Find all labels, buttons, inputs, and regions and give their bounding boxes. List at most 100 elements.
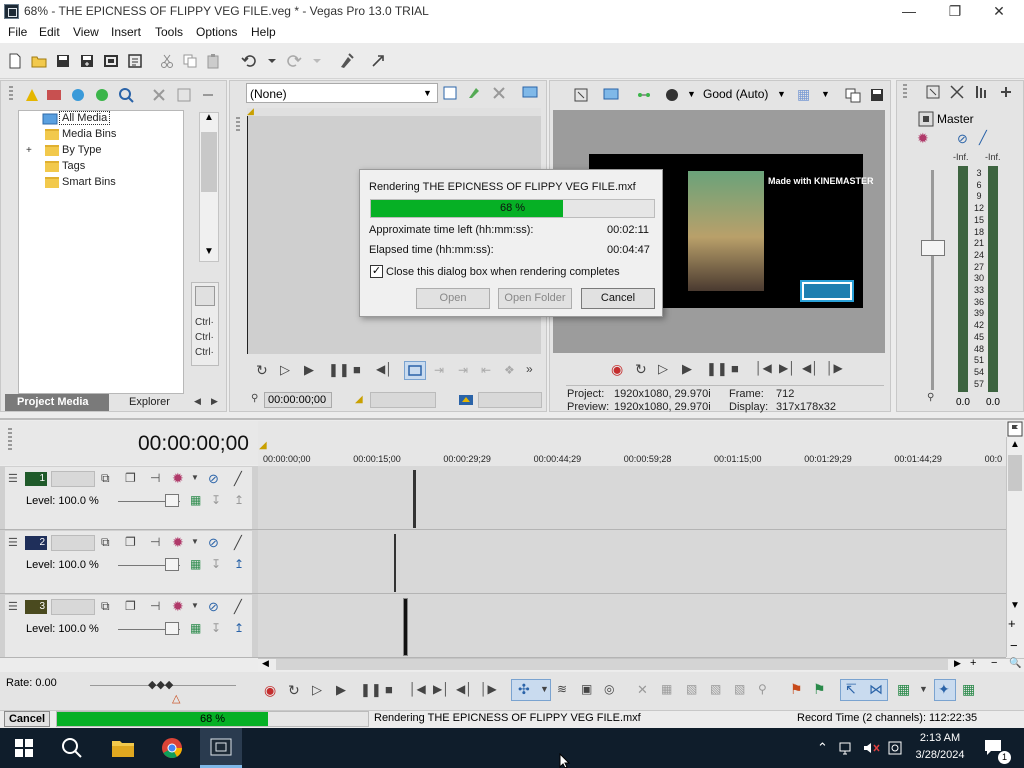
stop-icon[interactable]: ■ [731,361,739,376]
track-mute-icon[interactable]: ⊘ [208,535,219,551]
trimmer-timecode-box[interactable]: 00:00:00;00 [264,392,332,408]
chevron-down-icon[interactable]: ▼ [191,601,199,610]
properties-icon[interactable] [127,53,143,69]
web-media-icon[interactable] [94,87,110,103]
zoom-out-vertical-icon[interactable]: − [1010,638,1018,653]
track-mute-icon[interactable]: ⊘ [208,471,219,487]
stop-icon[interactable]: ■ [353,362,361,377]
close-when-complete-checkbox[interactable]: ✓ [370,265,383,278]
video-event[interactable] [413,470,416,528]
trimmer-source-select[interactable]: (None) ▼ [246,83,438,103]
pause-icon[interactable]: ❚❚ [328,362,350,378]
track-composite-icon[interactable]: ❐ [125,535,136,549]
track-composite-icon[interactable]: ❐ [125,471,136,485]
loop-playback-icon[interactable]: ↻ [635,361,647,378]
in-point-icon[interactable]: ◢ [355,394,363,405]
status-cancel-button[interactable]: Cancel [4,711,50,727]
scrollbar-thumb[interactable] [201,132,217,192]
scroll-up-icon[interactable]: ▲ [204,112,214,123]
chevron-down-icon[interactable]: ▼ [191,537,199,546]
save-snapshot-icon[interactable] [869,87,885,103]
track-motion-icon[interactable]: ⧉ [101,599,110,614]
track-make-compositing-child-icon[interactable]: ↥ [234,493,244,507]
save-as-icon[interactable] [79,53,95,69]
loop-icon[interactable]: ↻ [256,362,268,379]
loop-playback-icon[interactable]: ↻ [288,682,300,699]
playhead-marker-icon[interactable]: ◢ [259,440,267,451]
scrollbar-thumb[interactable] [1008,455,1022,491]
track-fx-icon[interactable]: ✹ [172,534,184,551]
tab-explorer[interactable]: Explorer [129,396,170,408]
new-project-icon[interactable] [7,53,23,69]
help-pointer-icon[interactable] [370,53,386,69]
video-event[interactable] [403,598,408,656]
panel-grip[interactable] [9,86,13,102]
scroll-down-icon[interactable]: ▼ [204,246,214,257]
track-name-field[interactable] [51,535,95,551]
selection-end-box[interactable] [478,392,542,408]
track-solo-icon[interactable]: ╱ [234,599,242,615]
rate-slider-handle[interactable]: ◆◆◆ [148,678,173,691]
scroll-right-icon[interactable]: ▶ [954,658,961,669]
split-icon[interactable]: ▧ [734,682,745,696]
track-header[interactable]: ☰ 3 ⧉ ❐ ⊣ ✹ ▼ ⊘ ╱ Level: 100.0 % ▦ ↧ ↥ [5,595,252,657]
track-compositing-mode-icon[interactable]: ↧ [211,557,221,571]
scrollbar-thumb[interactable] [276,659,948,670]
render-wizard-icon[interactable] [338,53,354,69]
track-fx-icon[interactable]: ✹ [172,470,184,487]
tree-item-media-bins[interactable]: Media Bins [62,128,116,140]
undo-icon[interactable] [241,53,257,69]
zoom-out-horizontal-icon[interactable]: − [991,657,997,669]
tab-project-media[interactable]: Project Media [5,394,109,411]
master-fx-icon[interactable]: ✹ [917,130,929,147]
file-explorer-icon[interactable] [111,738,135,758]
track-motion-icon[interactable]: ⧉ [101,535,110,550]
collapse-track-icon[interactable]: ☰ [8,536,18,549]
marker-flag-icon[interactable] [1007,421,1023,437]
envelope-tool-icon[interactable]: ≋ [557,682,567,696]
track-level-handle[interactable] [165,622,179,635]
redo-dropdown-icon[interactable] [309,53,325,69]
track-compositing-mode-icon[interactable]: ↧ [211,493,221,507]
media-properties-icon[interactable] [176,87,192,103]
go-to-start-icon[interactable]: │◀ [409,682,426,696]
track-solo-icon[interactable]: ╱ [234,535,242,551]
tab-scroll-right-icon[interactable]: ▶ [211,396,218,407]
auto-crossfade-icon[interactable]: ⋈ [869,681,883,698]
track-solo-icon[interactable]: ╱ [234,471,242,487]
track-header[interactable]: ☰ 1 ⧉ ❐ ⊣ ✹ ▼ ⊘ ╱ Level: 100.0 % ▦ ↧ ↥ [5,467,252,529]
media-search-icon[interactable] [118,87,134,103]
trimmer-fx-icon[interactable] [466,85,482,101]
trim-icon[interactable]: ▦ [661,682,672,696]
preview-on-external-monitor-icon[interactable] [603,87,619,103]
menu-insert[interactable]: Insert [111,25,141,39]
selection-tool-icon[interactable]: ▣ [581,682,592,696]
menu-file[interactable]: File [8,25,27,39]
pause-icon[interactable]: ❚❚ [360,682,382,698]
restore-button[interactable]: ❐ [932,0,978,23]
save-icon[interactable] [55,53,71,69]
undo-dropdown-icon[interactable] [264,53,280,69]
selection-length-box[interactable] [370,392,436,408]
previous-frame-icon[interactable]: ◀│ [456,682,473,696]
zoom-in-vertical-icon[interactable]: + [1008,616,1016,631]
preview-quality-value[interactable]: Good (Auto) [703,87,768,101]
trimmer-clear-icon[interactable] [491,85,507,101]
go-to-start-icon[interactable]: ◀│ [376,362,393,376]
tree-item-smart-bins[interactable]: Smart Bins [62,176,116,188]
zoom-tool-icon[interactable]: ◎ [604,682,614,696]
trimmer-monitor-icon[interactable] [522,85,538,101]
track-level-handle[interactable] [165,494,179,507]
volume-muted-icon[interactable] [862,740,880,756]
cancel-render-button[interactable]: Cancel [581,288,655,309]
collapse-track-icon[interactable]: ☰ [8,472,18,485]
chevron-down-icon[interactable]: ▼ [821,89,830,99]
zoom-in-horizontal-icon[interactable]: + [970,657,976,669]
track-automation-icon[interactable]: ▦ [190,493,201,507]
next-frame-icon[interactable]: │▶ [480,682,497,696]
fader-lock-icon[interactable]: ⚲ [927,392,934,403]
track-composite-icon[interactable]: ❐ [125,599,136,613]
scroll-left-icon[interactable]: ◀ [262,658,269,669]
expand-icon[interactable]: + [26,145,32,156]
track-parent-icon[interactable]: ⊣ [150,599,160,613]
